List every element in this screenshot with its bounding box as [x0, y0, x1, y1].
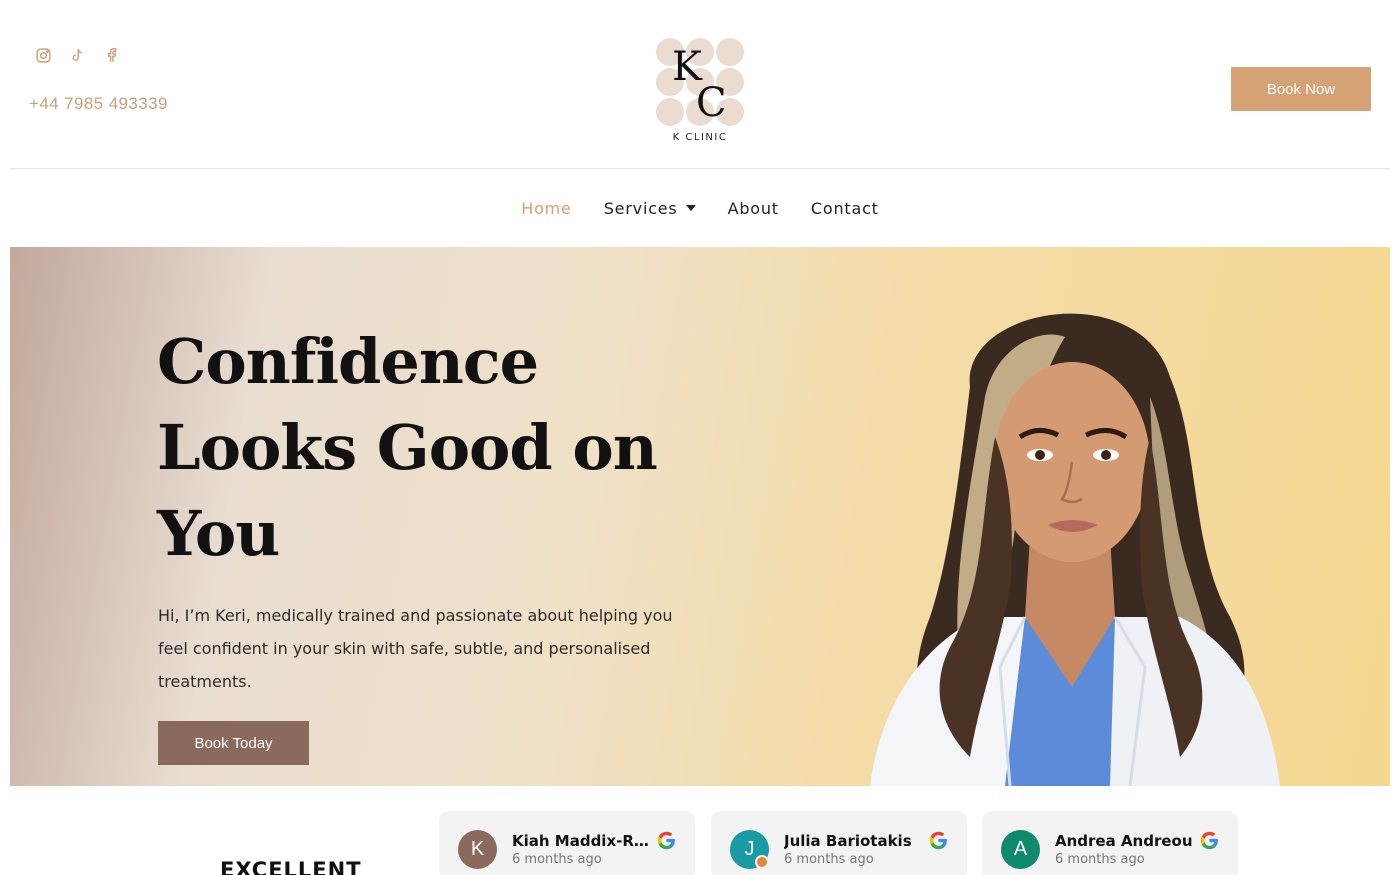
avatar: A — [1001, 830, 1040, 869]
logo-monogram-c: C — [696, 80, 727, 126]
site-logo[interactable]: K C K CLINIC — [652, 34, 748, 150]
hero-description: Hi, I’m Keri, medically trained and pass… — [158, 606, 673, 691]
review-time: 6 months ago — [1055, 852, 1145, 867]
social-links — [34, 46, 120, 64]
reviewer-name: Andrea Andreou — [1055, 832, 1193, 850]
review-time: 6 months ago — [784, 852, 874, 867]
nav-item-about[interactable]: About — [712, 190, 795, 226]
reviewer-name: Julia Bariotakis — [784, 832, 912, 850]
hero-title-line: Looks Good on — [157, 411, 658, 484]
site-header: +44 7985 493339 K C K CLINIC Book Now — [0, 0, 1400, 169]
chevron-down-icon — [685, 205, 696, 211]
hero-section: Confidence Looks Good on You Hi, I’m Ker… — [10, 247, 1390, 786]
google-icon — [929, 831, 947, 850]
hero-title-line: You — [157, 497, 280, 570]
facebook-icon[interactable] — [102, 46, 120, 64]
hero-title-line: Confidence — [157, 325, 539, 398]
hero-title: Confidence Looks Good on You — [157, 319, 717, 577]
reviewer-name: Kiah Maddix-Re... — [512, 832, 652, 850]
nav-item-services[interactable]: Services — [588, 190, 712, 226]
google-icon — [657, 831, 675, 850]
review-card[interactable]: A Andrea Andreou 6 months ago — [982, 811, 1238, 875]
avatar: K — [458, 830, 497, 869]
review-time: 6 months ago — [512, 852, 602, 867]
google-icon — [1200, 831, 1218, 850]
book-now-button[interactable]: Book Now — [1231, 67, 1371, 111]
review-card[interactable]: J Julia Bariotakis 6 months ago — [711, 811, 967, 875]
review-card[interactable]: K Kiah Maddix-Re... 6 months ago — [439, 811, 695, 875]
local-guide-badge — [755, 855, 769, 869]
practitioner-portrait — [870, 313, 1280, 786]
phone-number[interactable]: +44 7985 493339 — [29, 94, 168, 114]
main-nav: Home Services About Contact — [0, 190, 1400, 226]
logo-text: K CLINIC — [672, 132, 728, 143]
nav-item-contact[interactable]: Contact — [795, 190, 895, 226]
instagram-icon[interactable] — [34, 46, 52, 64]
nav-item-home[interactable]: Home — [505, 190, 587, 226]
header-divider — [10, 168, 1390, 169]
nav-item-services-label: Services — [603, 198, 678, 218]
rating-label: EXCELLENT — [220, 858, 362, 875]
tiktok-icon[interactable] — [68, 46, 86, 64]
book-today-button[interactable]: Book Today — [158, 721, 309, 765]
